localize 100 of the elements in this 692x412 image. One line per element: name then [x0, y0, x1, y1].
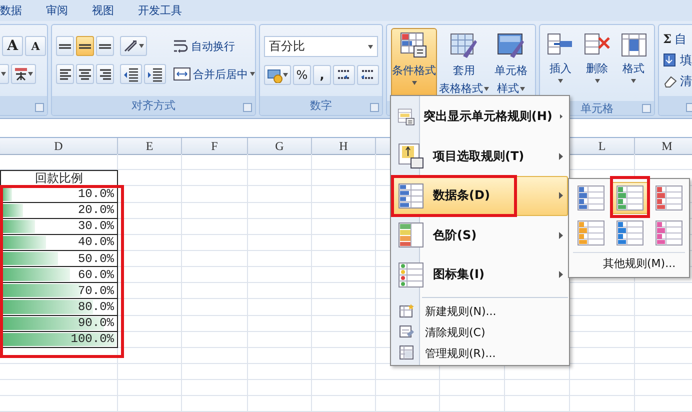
align-left-icon [60, 68, 70, 80]
sheet-cell [182, 186, 248, 203]
sheet-cell [570, 380, 635, 396]
data-cell: 90.0% [0, 316, 118, 332]
delete-cells-button[interactable]: 删除 [580, 28, 614, 98]
sheet-cell [376, 380, 440, 396]
column-header: M [635, 138, 692, 155]
align-middle-button[interactable] [76, 36, 94, 56]
increase-indent-button[interactable] [144, 64, 166, 84]
decrease-decimal-button[interactable] [357, 65, 379, 85]
phonetic-icon [14, 67, 28, 81]
align-top-button[interactable] [56, 36, 74, 56]
sheet-cell [182, 218, 248, 235]
sheet-cell [248, 396, 312, 412]
comma-button[interactable]: , [313, 65, 331, 85]
menu-item[interactable]: 突出显示单元格规则(H) [392, 97, 568, 136]
sheet-cell [118, 396, 182, 412]
sheet-cell [182, 316, 248, 332]
menu-item[interactable]: 图标集(I) [392, 255, 568, 294]
sheet-cell [505, 396, 570, 412]
sheet-cell [182, 202, 248, 219]
percent-button[interactable]: % [293, 65, 311, 85]
sheet-cell [248, 267, 312, 284]
decrease-indent-button[interactable] [120, 64, 142, 84]
increase-decimal-button[interactable] [333, 65, 355, 85]
fill-down-icon [663, 53, 677, 67]
conditional-format-button[interactable]: 条件格式 [391, 28, 437, 98]
number-format-combo[interactable]: 百分比 [264, 36, 378, 57]
format-cells-button[interactable]: 格式 [617, 28, 650, 98]
caret-icon [28, 72, 33, 76]
sum-button[interactable]: Σ 自 [663, 30, 692, 48]
group-label: 数字 [310, 98, 332, 113]
decimal-icon [360, 68, 376, 82]
menu-item[interactable]: 新建规则(N)... [392, 300, 568, 322]
align-center-button[interactable] [76, 64, 94, 84]
phonetic-button[interactable] [11, 64, 36, 84]
ribbon-tab[interactable]: 开发工具 [138, 0, 194, 21]
grow-font-button[interactable]: A [2, 36, 23, 56]
sheet-cell [182, 154, 248, 170]
align-right-button[interactable] [96, 64, 114, 84]
column-header: H [312, 138, 376, 155]
money-icon [267, 68, 283, 82]
sheet-cell [118, 299, 182, 316]
caret-icon [1, 72, 6, 76]
caret-icon [520, 86, 525, 90]
sheet-cell [118, 267, 182, 284]
group-label: 单元格 [580, 101, 614, 115]
sheet-cell [440, 380, 505, 396]
menu-item[interactable]: 数据条(D) [392, 176, 568, 216]
align-left-button[interactable] [56, 64, 74, 84]
caret-icon [631, 79, 636, 83]
clear-button[interactable]: 清 [663, 72, 692, 90]
brush-icon [496, 32, 526, 60]
accounting-format-button[interactable] [264, 65, 291, 85]
menu-item[interactable]: 管理规则(R)... [392, 342, 568, 364]
orientation-button[interactable] [120, 36, 147, 56]
sheet-cell [182, 250, 248, 268]
sheet-cell [248, 202, 312, 219]
merge-center-button[interactable]: 合并后居中 [172, 64, 255, 84]
more-rules-item[interactable]: 其他规则(M)... [573, 252, 685, 274]
menu-item[interactable]: 项目选取规则(T) [392, 136, 568, 176]
ribbon-tab[interactable]: 视图 [92, 0, 126, 21]
sheet-cell [248, 380, 312, 396]
top-rules-icon [397, 142, 425, 170]
menu-item[interactable]: 清除规则(C) [392, 322, 568, 342]
fill-button[interactable]: 填 [663, 51, 692, 69]
sheet-cell [182, 396, 248, 412]
sheet-cell [118, 202, 182, 219]
ribbon-tab[interactable]: 数据 [0, 0, 34, 21]
sheet-cell [118, 283, 182, 300]
shrink-font-button[interactable]: A [25, 36, 46, 56]
align-bottom-icon [99, 44, 111, 48]
align-middle-icon [79, 44, 91, 48]
data-cell: 70.0% [0, 283, 118, 300]
caret-icon [283, 73, 288, 77]
font-color-dropdown[interactable] [0, 64, 9, 84]
sheet-cell [118, 218, 182, 235]
sheet-cell [248, 348, 312, 364]
sheet-cell [312, 380, 376, 396]
menu-item[interactable]: 色阶(S) [392, 216, 568, 255]
sheet-cell [248, 364, 312, 380]
ribbon-tab[interactable]: 审阅 [46, 0, 80, 21]
sheet-cell [118, 364, 182, 380]
brush-icon [449, 32, 479, 60]
sheet-cell [182, 348, 248, 364]
wrap-text-button[interactable]: 自动换行 [172, 36, 255, 56]
clear-rules-icon [399, 324, 415, 340]
align-bottom-button[interactable] [96, 36, 114, 56]
sheet-cell [312, 364, 376, 380]
sheet-cell [118, 380, 182, 396]
sheet-cell [118, 332, 182, 348]
sheet-cell [118, 348, 182, 364]
cell-format-icon [620, 32, 648, 58]
sheet-cell [118, 316, 182, 332]
sheet-cell [182, 170, 248, 186]
sheet-cell [182, 234, 248, 251]
insert-cells-button[interactable]: 插入 [544, 28, 577, 98]
sheet-cell [248, 283, 312, 300]
sheet-cell [440, 396, 505, 412]
sheet-cell [248, 186, 312, 203]
